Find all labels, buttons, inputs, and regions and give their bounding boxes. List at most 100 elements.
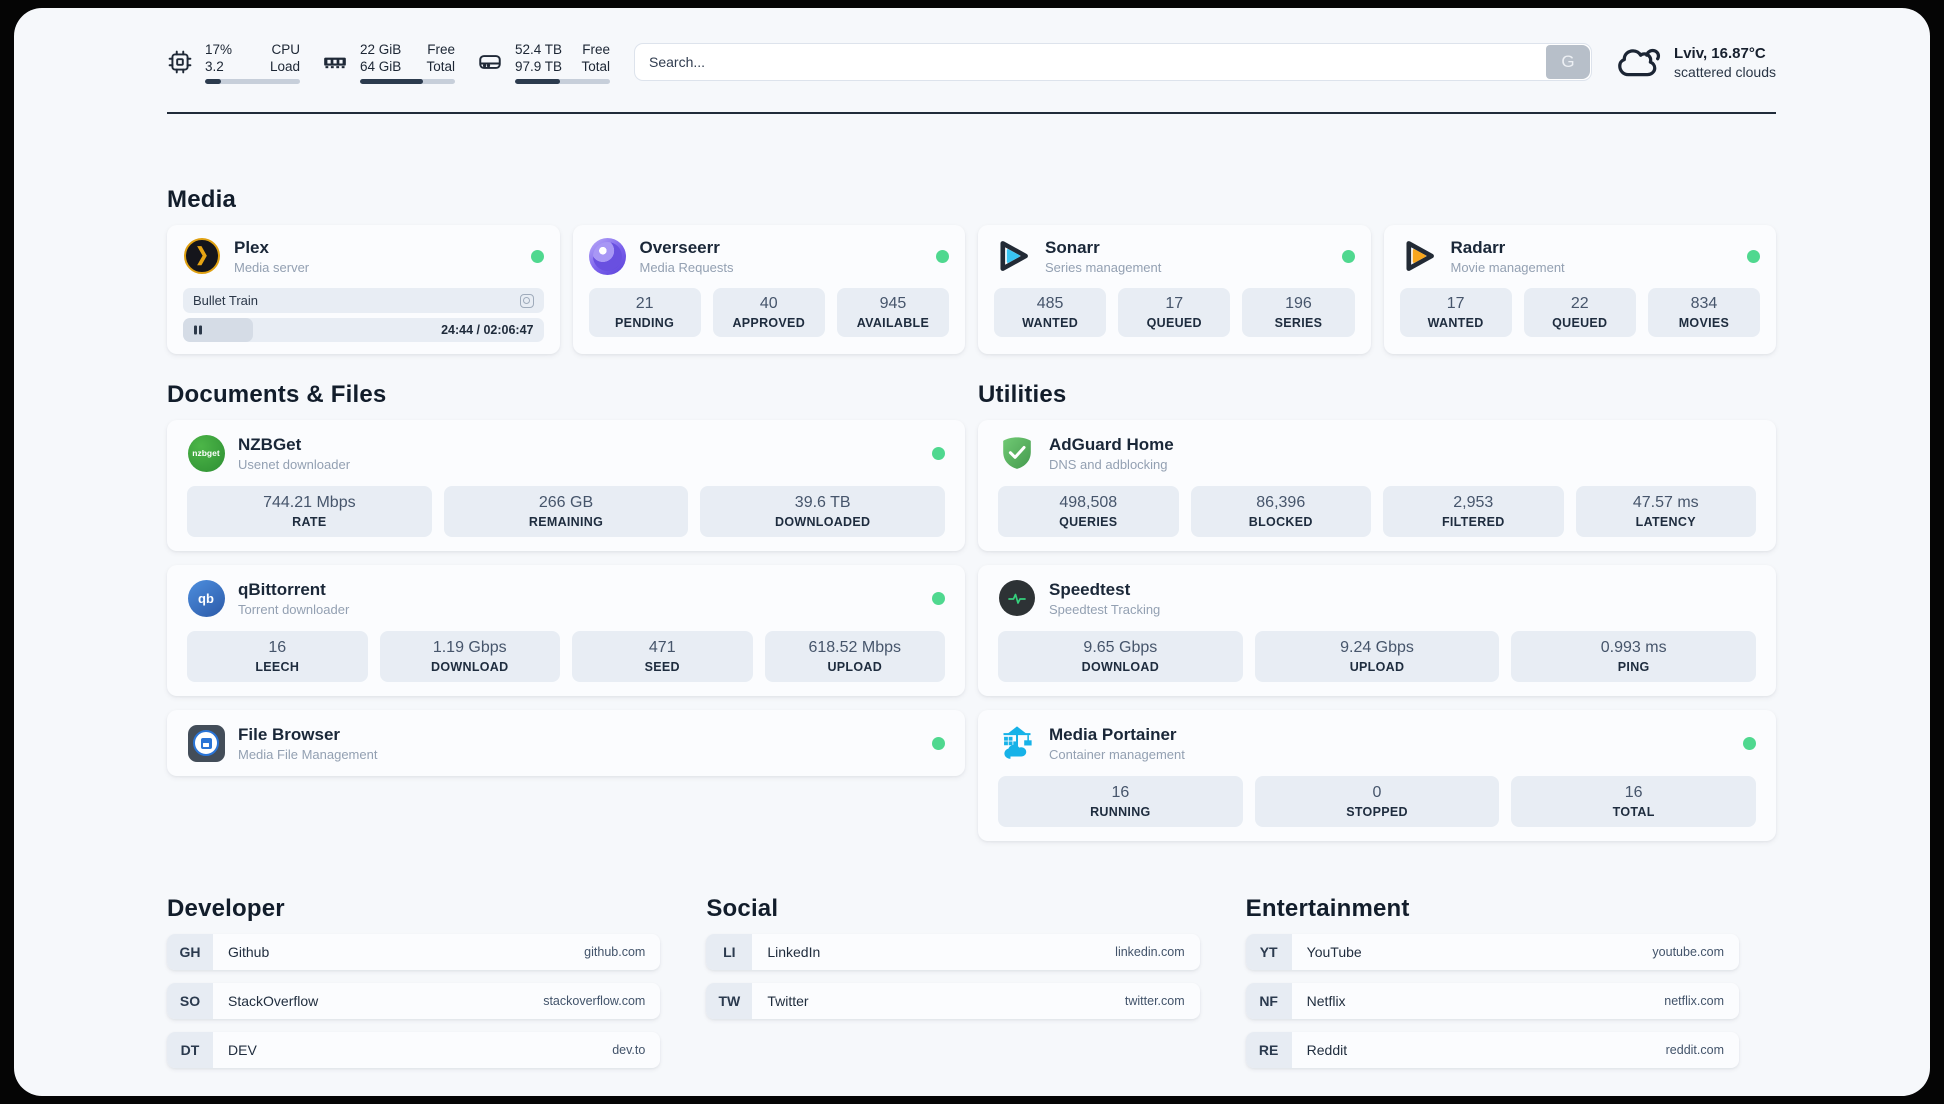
bookmark-dev[interactable]: DT DEV dev.to: [167, 1032, 661, 1068]
weather-condition: scattered clouds: [1674, 63, 1776, 80]
stat-row: 485 WANTED 17 QUEUED 196 SERIES: [994, 288, 1355, 337]
service-name: qBittorrent: [238, 579, 326, 599]
metric-labels: Free Total: [426, 41, 455, 74]
stat-label: UPLOAD: [827, 660, 883, 674]
search-engine-button[interactable]: G: [1546, 45, 1591, 79]
radarr-icon: [1400, 237, 1438, 275]
bookmark-abbr: SO: [167, 983, 213, 1019]
bookmark-name: DEV: [228, 1042, 257, 1058]
stat-leech: 16 LEECH: [187, 631, 368, 682]
service-card-speedtest[interactable]: Speedtest Speedtest Tracking 9.65 Gbps D…: [978, 565, 1776, 696]
bookmark-stackoverflow[interactable]: SO StackOverflow stackoverflow.com: [167, 983, 661, 1019]
metric-values: 52.4 TB 97.9 TB: [515, 41, 563, 74]
bookmark-reddit[interactable]: RE Reddit reddit.com: [1245, 1032, 1739, 1068]
documents-card-list: nzbget NZBGet Usenet downloader 744.21 M…: [167, 420, 965, 776]
stat-value: 40: [759, 295, 778, 312]
cloud-icon: [1618, 45, 1662, 79]
sonarr-icon: [994, 237, 1032, 275]
stat-label: STOPPED: [1346, 805, 1408, 819]
service-name: File Browser: [238, 724, 341, 744]
bookmark-netflix[interactable]: NF Netflix netflix.com: [1245, 983, 1739, 1019]
bookmark-name: Reddit: [1306, 1042, 1348, 1058]
stat-label: DOWNLOAD: [431, 660, 509, 674]
section-title-social: Social: [706, 895, 779, 922]
metric-progress-fill: [360, 78, 423, 84]
now-playing-progress-bar[interactable]: 24:44 / 02:06:47: [183, 318, 544, 342]
pause-icon: [194, 325, 202, 335]
service-card-header: Radarr Movie management: [1400, 237, 1760, 275]
service-name: AdGuard Home: [1049, 434, 1174, 454]
search-input[interactable]: [634, 43, 1593, 81]
portainer-icon: [998, 724, 1036, 762]
bookmark-columns: Developer GH Github github.com SO StackO…: [167, 895, 1739, 1068]
stat-stopped: 0 STOPPED: [1254, 776, 1500, 827]
service-card-nzbget[interactable]: nzbget NZBGet Usenet downloader 744.21 M…: [167, 420, 965, 551]
bookmark-list: LI LinkedIn linkedin.com TW Twitter twit…: [706, 934, 1200, 1019]
service-card-portainer[interactable]: Media Portainer Container management 16 …: [978, 710, 1776, 841]
stat-pending: 21 PENDING: [588, 288, 701, 337]
nzbget-icon: nzbget: [187, 434, 225, 472]
bookmark-youtube[interactable]: YT YouTube youtube.com: [1245, 934, 1739, 970]
stat-wanted: 485 WANTED: [994, 288, 1107, 337]
stat-label: AVAILABLE: [856, 316, 930, 330]
service-card-sonarr[interactable]: Sonarr Series management 485 WANTED 17 Q…: [978, 225, 1371, 354]
bookmark-url: linkedin.com: [1115, 945, 1185, 959]
bookmark-linkedin[interactable]: LI LinkedIn linkedin.com: [706, 934, 1200, 970]
service-card-qbittorrent[interactable]: qb qBittorrent Torrent downloader 16 LEE…: [167, 565, 965, 696]
metric-storage: 52.4 TB 97.9 TB Free Total: [477, 41, 610, 84]
middle-columns: Documents & Files nzbget NZBGet Usenet d…: [167, 381, 1776, 841]
service-name: Plex: [234, 237, 269, 257]
metric-labels: Free Total: [581, 41, 610, 74]
service-card-header: File Browser Media File Management: [187, 724, 945, 762]
stat-value: 47.57 ms: [1632, 494, 1699, 511]
stat-download: 1.19 Gbps DOWNLOAD: [379, 631, 560, 682]
stat-value: 21: [635, 295, 654, 312]
service-card-radarr[interactable]: Radarr Movie management 17 WANTED 22 QUE…: [1383, 225, 1776, 354]
stat-label: WANTED: [1022, 316, 1079, 330]
bookmark-url: reddit.com: [1665, 1043, 1724, 1057]
bookmark-url: stackoverflow.com: [543, 994, 646, 1008]
bookmark-list: GH Github github.com SO StackOverflow st…: [167, 934, 661, 1068]
bookmark-github[interactable]: GH Github github.com: [167, 934, 661, 970]
stat-label: REMAINING: [528, 515, 604, 529]
stat-value: 0: [1372, 784, 1382, 801]
section-utilities: Utilities AdGuard Home DNS and adblockin…: [978, 381, 1776, 841]
stat-label: SERIES: [1274, 316, 1323, 330]
ram-icon: [322, 49, 348, 75]
bookmark-abbr: RE: [1245, 1032, 1292, 1068]
service-name: Speedtest: [1049, 579, 1131, 599]
stat-value: 0.993 ms: [1600, 639, 1667, 656]
service-card-filebrowser[interactable]: File Browser Media File Management: [167, 710, 965, 776]
stat-value: 22: [1570, 295, 1589, 312]
service-description: Movie management: [1450, 259, 1565, 275]
bookmark-abbr: NF: [1245, 983, 1292, 1019]
section-title-entertainment: Entertainment: [1245, 895, 1410, 922]
stat-value: 16: [1111, 784, 1130, 801]
stat-row: 21 PENDING 40 APPROVED 945 AVAILABLE: [588, 288, 950, 337]
stat-label: DOWNLOADED: [775, 515, 871, 529]
service-card-overseerr[interactable]: Overseerr Media Requests 21 PENDING 40 A…: [572, 225, 965, 354]
stat-value: 945: [879, 295, 907, 312]
service-description: Media File Management: [238, 746, 378, 762]
metric-progress-track: [360, 78, 455, 84]
stat-label: SEED: [644, 660, 680, 674]
stat-label: RUNNING: [1090, 805, 1151, 819]
service-card-header: Media Portainer Container management: [998, 724, 1756, 762]
bookmark-abbr: YT: [1245, 934, 1292, 970]
service-card-plex[interactable]: ❯ Plex Media server Bullet Train 24:44 /…: [167, 225, 560, 354]
plex-icon: ❯: [183, 237, 221, 275]
service-card-header: qb qBittorrent Torrent downloader: [187, 579, 945, 617]
bookmark-abbr: DT: [167, 1032, 213, 1068]
bookmark-name: Github: [228, 944, 270, 960]
status-dot: [932, 446, 945, 460]
stat-downloaded: 39.6 TB DOWNLOADED: [700, 486, 946, 537]
bookmark-url: twitter.com: [1124, 994, 1185, 1008]
section-title-documents-files: Documents & Files: [167, 381, 387, 408]
service-card-adguard[interactable]: AdGuard Home DNS and adblocking 498,508 …: [978, 420, 1776, 551]
stat-label: MOVIES: [1678, 316, 1730, 330]
status-dot: [1341, 249, 1355, 263]
stat-value: 498,508: [1059, 494, 1118, 511]
cpu-icon: [167, 49, 193, 75]
bookmark-twitter[interactable]: TW Twitter twitter.com: [706, 983, 1200, 1019]
stat-row: 17 WANTED 22 QUEUED 834 MOVIES: [1399, 288, 1761, 337]
